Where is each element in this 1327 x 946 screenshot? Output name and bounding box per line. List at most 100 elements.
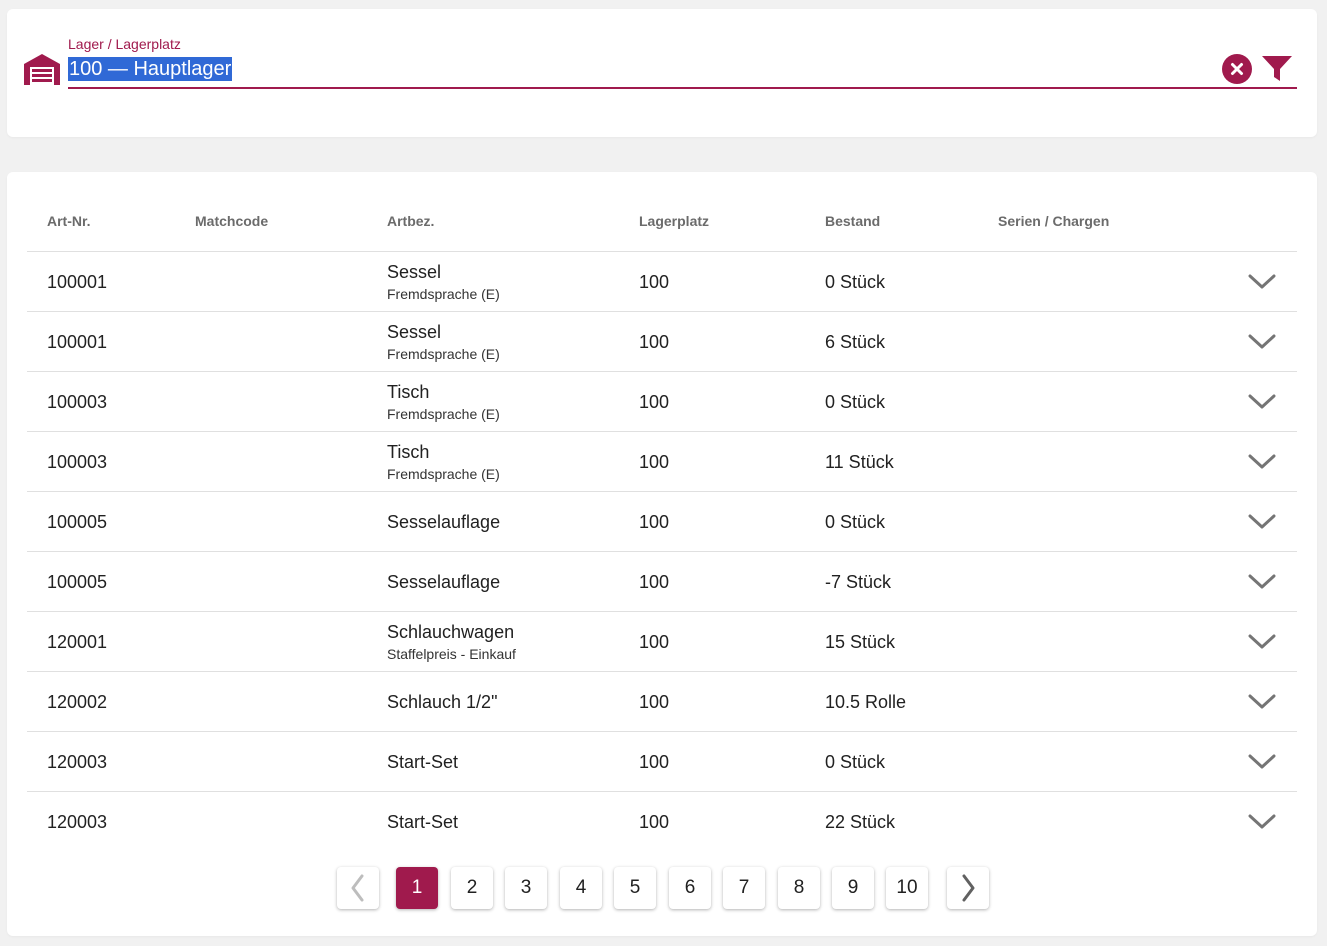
cell-artbez-text: Schlauchwagen xyxy=(387,622,515,642)
cell-artbez: Start-Set xyxy=(387,732,458,792)
cell-artbez-text: Tisch xyxy=(387,442,430,462)
chevron-down-icon[interactable] xyxy=(1247,690,1277,714)
warehouse-icon xyxy=(24,54,60,85)
cell-bestand-text: 0 Stück xyxy=(825,511,886,532)
cell-bestand: 10.5 Rolle xyxy=(825,672,906,732)
table-row[interactable]: 100005 Sesselauflage 100 -7 Stück xyxy=(27,552,1297,612)
cell-bestand: 6 Stück xyxy=(825,312,885,372)
cell-artbez-text: Sesselauflage xyxy=(387,511,501,532)
cell-art-nr: 100001 xyxy=(47,312,107,372)
chevron-down-icon[interactable] xyxy=(1247,750,1277,774)
cell-art-nr-text: 100005 xyxy=(47,571,108,592)
cell-bestand: 22 Stück xyxy=(825,792,895,852)
prev-page-button[interactable] xyxy=(337,867,379,909)
warehouse-input[interactable] xyxy=(68,55,1297,89)
cell-art-nr-text: 120002 xyxy=(47,691,108,712)
chevron-down-icon[interactable] xyxy=(1247,810,1277,834)
table-row[interactable]: 100005 Sesselauflage 100 0 Stück xyxy=(27,492,1297,552)
cell-art-nr-text: 120003 xyxy=(47,811,108,832)
cell-lagerplatz-text: 100 xyxy=(639,631,670,652)
next-page-button[interactable] xyxy=(947,867,989,909)
chevron-down-icon[interactable] xyxy=(1247,630,1277,654)
cell-bestand-text: 15 Stück xyxy=(825,631,896,652)
col-header-matchcode[interactable]: Matchcode xyxy=(195,213,268,229)
cell-artbez-subtitle: Staffelpreis - Einkauf xyxy=(387,646,516,662)
chevron-down-icon[interactable] xyxy=(1247,330,1277,354)
cell-artbez: Sesselauflage xyxy=(387,552,500,612)
cell-bestand-text: 11 Stück xyxy=(825,451,894,472)
cell-art-nr: 120003 xyxy=(47,792,107,852)
warehouse-field-label: Lager / Lagerplatz xyxy=(68,36,181,52)
cell-art-nr: 100003 xyxy=(47,372,107,432)
cell-lagerplatz: 100 xyxy=(639,372,669,432)
cell-bestand-text: 10.5 Rolle xyxy=(825,691,907,712)
page-button-1[interactable]: 1 xyxy=(396,867,438,909)
filter-button[interactable] xyxy=(1261,54,1293,84)
chevron-left-icon xyxy=(351,874,364,902)
cell-art-nr: 120002 xyxy=(47,672,107,732)
cell-art-nr: 100005 xyxy=(47,492,107,552)
cell-lagerplatz-text: 100 xyxy=(639,451,670,472)
chevron-down-icon[interactable] xyxy=(1247,390,1277,414)
cell-lagerplatz-text: 100 xyxy=(639,571,670,592)
cell-artbez: Sessel Fremdsprache (E) xyxy=(387,312,500,372)
table-row[interactable]: 100001 Sessel Fremdsprache (E) 100 0 Stück xyxy=(27,252,1297,312)
cell-bestand: 0 Stück xyxy=(825,732,885,792)
page-button-10[interactable]: 10 xyxy=(886,867,928,909)
table-row[interactable]: 100001 Sessel Fremdsprache (E) 100 6 Stück xyxy=(27,312,1297,372)
clear-button[interactable] xyxy=(1222,54,1252,84)
cell-art-nr: 120003 xyxy=(47,732,107,792)
col-header-artbez[interactable]: Artbez. xyxy=(387,213,434,229)
table-row[interactable]: 100003 Tisch Fremdsprache (E) 100 11 Stück xyxy=(27,432,1297,492)
cell-bestand-text: 0 Stück xyxy=(825,391,886,412)
table-row[interactable]: 100003 Tisch Fremdsprache (E) 100 0 Stück xyxy=(27,372,1297,432)
page-button-3[interactable]: 3 xyxy=(505,867,547,909)
col-header-lagerplatz[interactable]: Lagerplatz xyxy=(639,213,709,229)
col-header-serien-chargen[interactable]: Serien / Chargen xyxy=(998,213,1109,229)
cell-lagerplatz: 100 xyxy=(639,792,669,852)
table-row[interactable]: 120003 Start-Set 100 0 Stück xyxy=(27,732,1297,792)
cell-artbez-text: Sesselauflage xyxy=(387,571,501,592)
cell-artbez: Tisch Fremdsprache (E) xyxy=(387,432,500,492)
stock-table: Art-Nr. Matchcode Artbez. Lagerplatz Bes… xyxy=(27,192,1297,852)
chevron-down-icon[interactable] xyxy=(1247,570,1277,594)
cell-artbez-subtitle: Fremdsprache (E) xyxy=(387,466,500,482)
cell-bestand-text: 6 Stück xyxy=(825,331,886,352)
cell-bestand: 0 Stück xyxy=(825,252,885,312)
cell-artbez-subtitle: Fremdsprache (E) xyxy=(387,346,500,362)
chevron-down-icon[interactable] xyxy=(1247,510,1277,534)
cell-lagerplatz: 100 xyxy=(639,252,669,312)
table-row[interactable]: 120002 Schlauch 1/2" 100 10.5 Rolle xyxy=(27,672,1297,732)
cell-artbez: Schlauch 1/2" xyxy=(387,672,497,732)
warehouse-filter-card: Lager / Lagerplatz 100 — Hauptlager xyxy=(7,9,1317,137)
cell-art-nr-text: 120003 xyxy=(47,751,108,772)
cell-art-nr: 100005 xyxy=(47,552,107,612)
page-button-5[interactable]: 5 xyxy=(614,867,656,909)
table-row[interactable]: 120001 Schlauchwagen Staffelpreis - Einkau… xyxy=(27,612,1297,672)
cell-art-nr-text: 120001 xyxy=(47,631,108,652)
chevron-down-icon[interactable] xyxy=(1247,450,1277,474)
page-button-7[interactable]: 7 xyxy=(723,867,765,909)
cell-art-nr-text: 100005 xyxy=(47,511,108,532)
cell-lagerplatz-text: 100 xyxy=(639,511,670,532)
col-header-art-nr[interactable]: Art-Nr. xyxy=(47,213,91,229)
page-button-9[interactable]: 9 xyxy=(832,867,874,909)
cell-lagerplatz: 100 xyxy=(639,732,669,792)
page-button-6[interactable]: 6 xyxy=(669,867,711,909)
cell-lagerplatz: 100 xyxy=(639,492,669,552)
chevron-down-icon[interactable] xyxy=(1247,270,1277,294)
cell-bestand: 0 Stück xyxy=(825,492,885,552)
cell-art-nr: 100003 xyxy=(47,432,107,492)
stock-table-card: Art-Nr. Matchcode Artbez. Lagerplatz Bes… xyxy=(7,172,1317,936)
table-row[interactable]: 120003 Start-Set 100 22 Stück xyxy=(27,792,1297,852)
cell-art-nr-text: 100001 xyxy=(47,331,108,352)
cell-artbez-subtitle: Fremdsprache (E) xyxy=(387,286,500,302)
cell-bestand: 11 Stück xyxy=(825,432,894,492)
cell-art-nr-text: 100003 xyxy=(47,451,108,472)
col-header-bestand[interactable]: Bestand xyxy=(825,213,880,229)
page-button-2[interactable]: 2 xyxy=(451,867,493,909)
cell-art-nr: 100001 xyxy=(47,252,107,312)
page-button-8[interactable]: 8 xyxy=(778,867,820,909)
page-button-4[interactable]: 4 xyxy=(560,867,602,909)
warehouse-input-value[interactable]: 100 — Hauptlager xyxy=(68,57,233,81)
